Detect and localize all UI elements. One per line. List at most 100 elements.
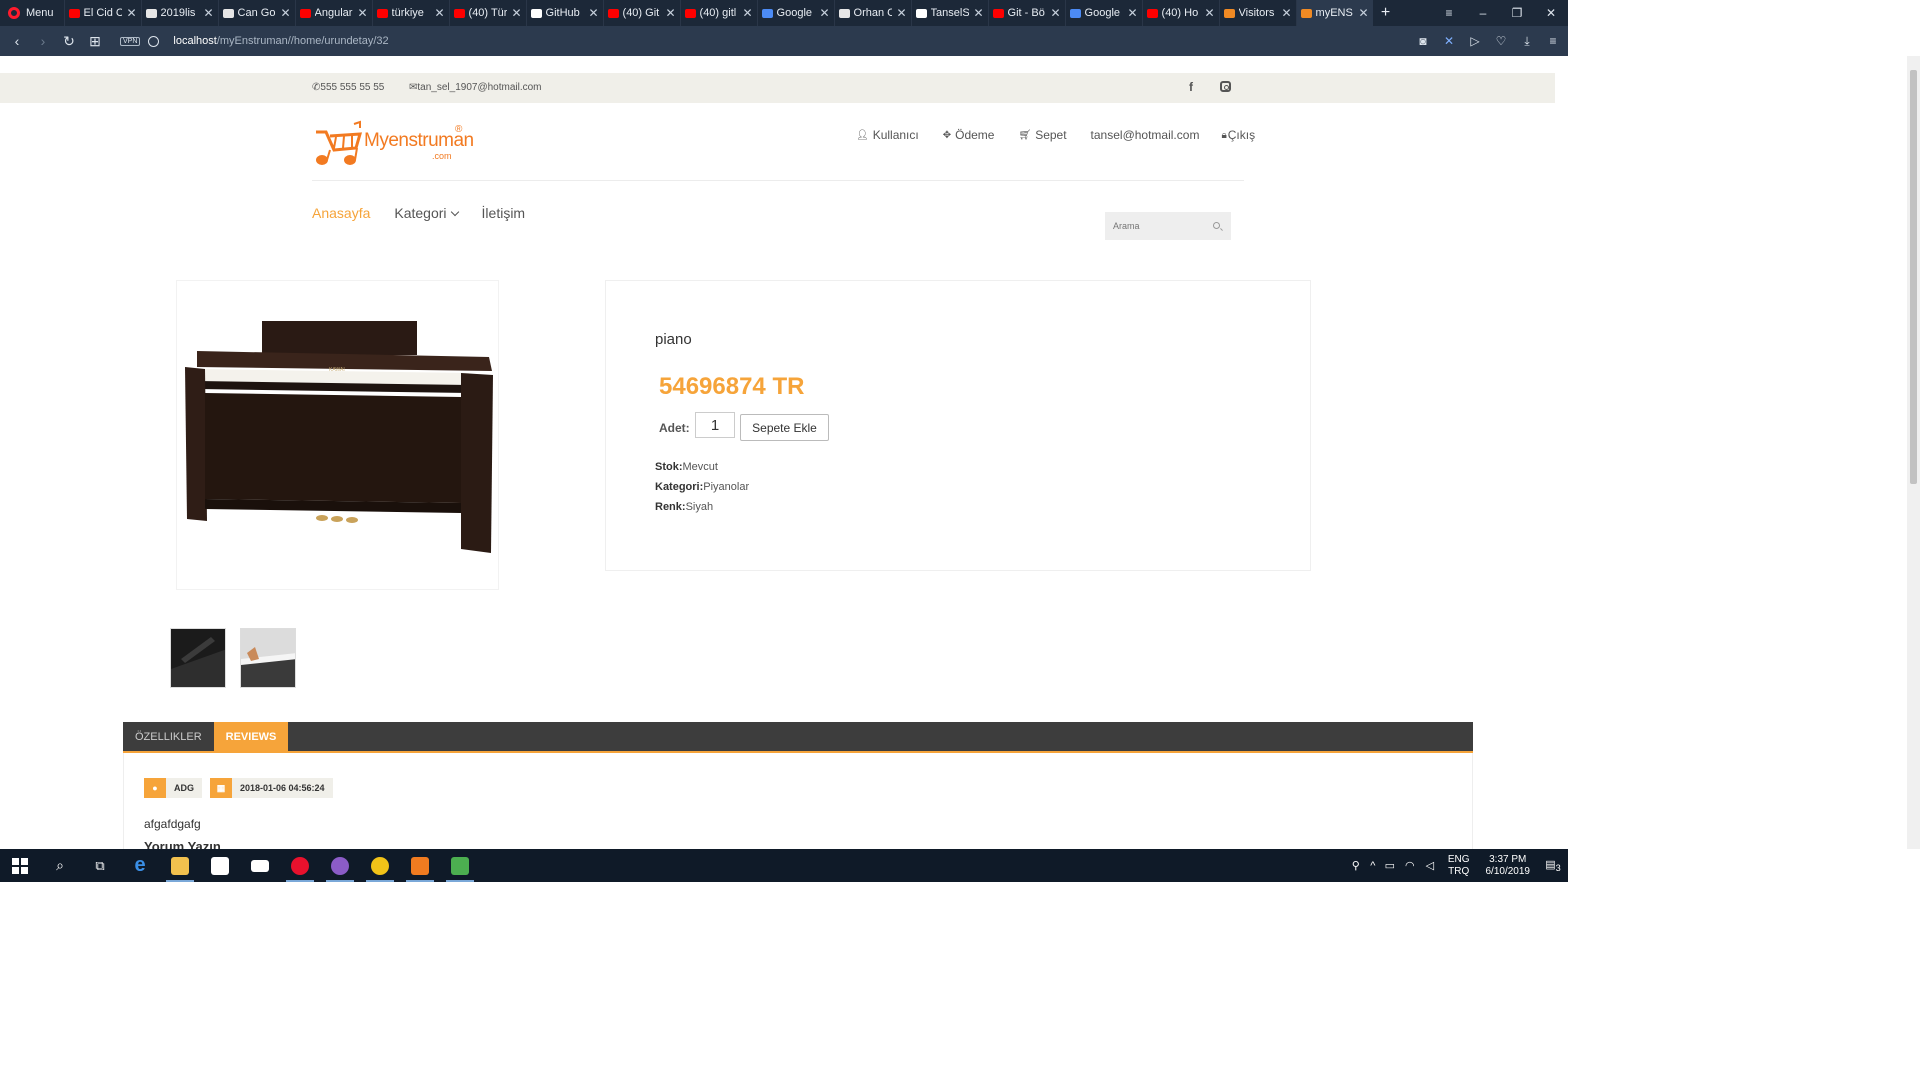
taskbar-mail[interactable] <box>240 849 280 882</box>
heart-icon[interactable]: ♡ <box>1494 34 1508 48</box>
taskbar-opera[interactable] <box>280 849 320 882</box>
taskbar-app-green[interactable] <box>440 849 480 882</box>
add-to-cart-button[interactable]: Sepete Ekle <box>740 414 829 441</box>
tab-grid-icon[interactable]: ⊞ <box>82 33 108 50</box>
taskbar-explorer[interactable] <box>160 849 200 882</box>
tab-close-icon[interactable]: ✕ <box>1281 6 1291 20</box>
search-input[interactable] <box>1113 221 1205 231</box>
user-link[interactable]: 👤︎ Kullanıcı <box>856 128 919 142</box>
tab-close-icon[interactable]: ✕ <box>126 6 136 20</box>
browser-tab[interactable]: Google ✕ <box>756 0 834 26</box>
instagram-icon[interactable] <box>1220 81 1231 92</box>
account-link[interactable]: tansel@hotmail.com <box>1091 128 1200 142</box>
browser-tab[interactable]: El Cid C ✕ <box>63 0 141 26</box>
nav-category-label: Kategori <box>394 205 447 221</box>
browser-tab[interactable]: türkiye ✕ <box>371 0 449 26</box>
forward-icon[interactable]: › <box>30 33 56 49</box>
taskbar-app-mf[interactable] <box>360 849 400 882</box>
opera-menu-button[interactable]: Menu <box>0 0 64 26</box>
facebook-icon[interactable]: f <box>1189 80 1193 94</box>
taskbar-xampp[interactable] <box>400 849 440 882</box>
browser-tab[interactable]: Angular ✕ <box>294 0 372 26</box>
tab-close-icon[interactable]: ✕ <box>665 6 675 20</box>
people-icon[interactable]: ⚲ <box>1346 859 1366 872</box>
tab-close-icon[interactable]: ✕ <box>1050 6 1060 20</box>
tray-expand-icon[interactable]: ^ <box>1366 860 1380 872</box>
start-button[interactable] <box>0 849 40 882</box>
taskbar-search-button[interactable]: ⌕ <box>40 849 80 882</box>
browser-tab[interactable]: (40) gitl ✕ <box>679 0 757 26</box>
tab-close-icon[interactable]: ✕ <box>357 6 367 20</box>
page-scrollbar[interactable] <box>1907 56 1920 849</box>
browser-tab[interactable]: (40) Tür ✕ <box>448 0 526 26</box>
browser-tab[interactable]: GitHub ✕ <box>525 0 603 26</box>
site-info-icon[interactable] <box>148 35 160 47</box>
tab-close-icon[interactable]: ✕ <box>1204 6 1214 20</box>
tab-close-icon[interactable]: ✕ <box>742 6 752 20</box>
browser-tab[interactable]: (40) Git ✕ <box>602 0 680 26</box>
url-path: /myEnstruman//home/urundetay/32 <box>216 35 389 47</box>
browser-tab[interactable]: myENS ✕ <box>1295 0 1373 26</box>
nav-contact[interactable]: İletişim <box>482 205 526 221</box>
thumbnail-1[interactable] <box>170 628 226 688</box>
cart-link[interactable]: 🛒︎ Sepet <box>1018 128 1066 142</box>
browser-tab[interactable]: Git - Bö ✕ <box>987 0 1065 26</box>
quantity-input[interactable] <box>695 412 735 438</box>
tab-close-icon[interactable]: ✕ <box>280 6 290 20</box>
taskbar-store[interactable] <box>200 849 240 882</box>
tab-close-icon[interactable]: ✕ <box>1127 6 1137 20</box>
new-tab-button[interactable]: + <box>1373 4 1399 22</box>
task-view-button[interactable]: ⧉ <box>80 849 120 882</box>
extension-icon[interactable]: ✕ <box>1442 34 1456 48</box>
tab-close-icon[interactable]: ✕ <box>511 6 521 20</box>
language-indicator[interactable]: ENG TRQ <box>1448 854 1470 878</box>
tab-close-icon[interactable]: ✕ <box>896 6 906 20</box>
taskbar-app-purple[interactable] <box>320 849 360 882</box>
search-icon[interactable] <box>1213 222 1220 229</box>
tab-features[interactable]: ÖZELLIKLER <box>123 722 214 751</box>
tab-reviews[interactable]: REVIEWS <box>213 722 289 751</box>
payment-link[interactable]: ✥ Ödeme <box>943 128 995 142</box>
tab-favicon-icon <box>992 8 1004 18</box>
action-center-icon[interactable]: ▤3 <box>1538 858 1568 873</box>
close-window-button[interactable]: ✕ <box>1534 6 1568 20</box>
nav-category[interactable]: Kategori <box>394 205 459 221</box>
tab-title: GitHub <box>545 7 580 19</box>
wifi-icon[interactable]: ◠ <box>1400 859 1420 872</box>
site-logo[interactable]: Myenstruman .com ® <box>312 120 474 168</box>
volume-icon[interactable]: ◁ <box>1420 859 1440 872</box>
tab-menu-icon[interactable]: ≡ <box>1432 6 1466 20</box>
tab-close-icon[interactable]: ✕ <box>819 6 829 20</box>
battery-icon[interactable]: ▭ <box>1380 859 1400 872</box>
logout-link[interactable]: 🔒︎ Çıkış <box>1221 128 1255 142</box>
tab-close-icon[interactable]: ✕ <box>434 6 444 20</box>
browser-tab[interactable]: Orhan C ✕ <box>833 0 911 26</box>
back-icon[interactable]: ‹ <box>4 33 30 49</box>
thumbnail-2[interactable] <box>240 628 296 688</box>
sidebar-toggle-icon[interactable]: ≡ <box>1546 34 1560 48</box>
nav-home[interactable]: Anasayfa <box>312 205 370 221</box>
piano-image[interactable]: KAWAI <box>177 281 498 589</box>
browser-tab[interactable]: Google ✕ <box>1064 0 1142 26</box>
browser-tab[interactable]: 2019lis ✕ <box>140 0 218 26</box>
tab-close-icon[interactable]: ✕ <box>203 6 213 20</box>
tab-close-icon[interactable]: ✕ <box>588 6 598 20</box>
tab-close-icon[interactable]: ✕ <box>973 6 983 20</box>
send-icon[interactable]: ▷ <box>1468 34 1482 48</box>
browser-tab[interactable]: Visitors ✕ <box>1218 0 1296 26</box>
browser-tab[interactable]: TanselS ✕ <box>910 0 988 26</box>
browser-tab[interactable]: (40) Ho ✕ <box>1141 0 1219 26</box>
download-icon[interactable]: ⤓ <box>1520 34 1534 49</box>
url-field[interactable]: localhost/myEnstruman//home/urundetay/32 <box>173 35 388 47</box>
reload-icon[interactable]: ↻ <box>56 33 82 50</box>
clock[interactable]: 3:37 PM 6/10/2019 <box>1486 854 1531 878</box>
snapshot-icon[interactable]: ◙ <box>1416 34 1430 48</box>
browser-tab[interactable]: Can Go ✕ <box>217 0 295 26</box>
vpn-badge[interactable]: VPN <box>120 36 141 46</box>
minimize-button[interactable]: – <box>1466 6 1500 20</box>
email-address[interactable]: ✉tan_sel_1907@hotmail.com <box>409 82 542 93</box>
taskbar-edge[interactable]: e <box>120 849 160 882</box>
tab-close-icon[interactable]: ✕ <box>1358 6 1368 20</box>
restore-button[interactable]: ❐ <box>1500 6 1534 20</box>
scrollbar-thumb[interactable] <box>1910 70 1917 484</box>
